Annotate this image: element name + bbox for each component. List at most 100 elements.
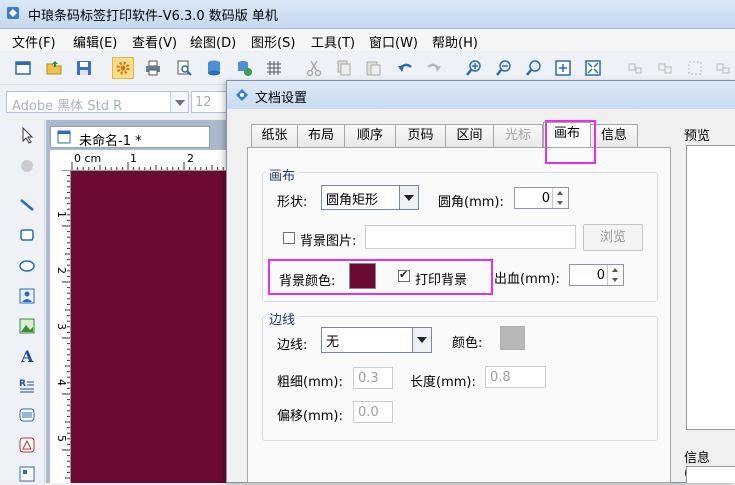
qrcode-tool-icon[interactable] <box>16 463 38 485</box>
copy-icon[interactable] <box>333 57 355 79</box>
tab-page-number[interactable]: 页码 <box>395 124 446 147</box>
rich-text-tool-icon[interactable]: R <box>16 374 38 396</box>
print-preview-icon[interactable] <box>173 57 195 79</box>
offset-input[interactable]: 0.0 <box>353 401 393 423</box>
fit-page-icon[interactable] <box>552 57 574 79</box>
tab-layout[interactable]: 布局 <box>297 124 345 147</box>
offset-label: 偏移(mm): <box>277 409 343 424</box>
cut-icon[interactable] <box>303 57 325 79</box>
settings-gear-icon[interactable] <box>112 57 134 79</box>
align-left-icon[interactable] <box>624 57 646 79</box>
chevron-down-icon[interactable] <box>170 92 188 112</box>
highlight-background-settings <box>268 259 493 295</box>
menu-bar: 文件(F) 编辑(E) 查看(V) 绘图(D) 图形(S) 工具(T) 窗口(W… <box>0 29 735 51</box>
database-settings-icon[interactable] <box>233 57 255 79</box>
border-group-label: 边线 <box>266 309 299 328</box>
border-style-select[interactable]: 无 <box>321 327 432 353</box>
menu-edit[interactable]: 编辑(E) <box>73 32 117 51</box>
corner-radius-label: 圆角(mm): <box>438 195 504 210</box>
vertical-ruler: 1 2 3 4 5 <box>50 170 71 483</box>
dialog-icon <box>236 89 248 101</box>
zoom-in-icon[interactable] <box>463 57 485 79</box>
font-size-select[interactable]: 12 <box>191 91 231 113</box>
shape-value: 圆角矩形 <box>326 193 379 208</box>
actual-size-icon[interactable] <box>582 57 604 79</box>
zoom-out-icon[interactable] <box>493 57 515 79</box>
menu-tools[interactable]: 工具(T) <box>311 32 355 51</box>
ellipse-tool-icon[interactable] <box>16 255 38 277</box>
menu-view[interactable]: 查看(V) <box>132 32 177 51</box>
tab-cursor[interactable]: 光标 <box>493 124 543 147</box>
stepper-arrows-icon[interactable] <box>607 265 623 285</box>
app-title: 中琅条码标签打印软件-V6.3.0 数码版 单机 <box>28 9 278 24</box>
bleed-label: 出血(mm): <box>494 272 560 287</box>
tab-info[interactable]: 信息 <box>590 124 638 147</box>
align-frame-icon[interactable] <box>684 57 706 79</box>
undo-icon[interactable] <box>394 57 416 79</box>
preview-label: 预览 <box>684 129 711 144</box>
zoom-icon[interactable] <box>523 57 545 79</box>
align-right-icon[interactable] <box>712 57 734 79</box>
menu-draw[interactable]: 绘图(D) <box>190 32 236 51</box>
svg-text:A: A <box>20 347 34 365</box>
line-tool-icon[interactable] <box>16 194 38 216</box>
shape-select[interactable]: 圆角矩形 <box>321 185 419 210</box>
chevron-down-icon[interactable] <box>399 186 418 209</box>
label-canvas[interactable] <box>71 171 241 483</box>
menu-window[interactable]: 窗口(W) <box>369 32 418 51</box>
bleed-stepper[interactable]: 0 <box>569 264 624 286</box>
align-center-icon[interactable] <box>654 57 676 79</box>
vruler-label-4: 4 <box>55 379 68 386</box>
corner-radius-stepper[interactable]: 0 <box>514 187 569 209</box>
document-tab-label: 未命名-1 * <box>79 134 142 149</box>
select-pointer-icon[interactable] <box>16 124 38 146</box>
redo-icon[interactable] <box>423 57 445 79</box>
document-tab[interactable]: 未命名-1 * <box>50 126 210 149</box>
background-image-path-input[interactable] <box>365 225 576 249</box>
shape-tool-icon[interactable] <box>16 434 38 456</box>
menu-file[interactable]: 文件(F) <box>12 32 56 51</box>
dialog-titlebar: 文档设置 <box>227 81 735 109</box>
ruler-label-2: 2 <box>187 152 194 165</box>
background-image-checkbox[interactable] <box>283 232 295 244</box>
tab-order[interactable]: 顺序 <box>344 124 396 147</box>
thickness-input[interactable]: 0.3 <box>353 367 393 389</box>
border-style-label: 边线: <box>277 338 308 353</box>
font-family-select[interactable]: Adobe 黑体 Std R <box>6 91 189 114</box>
image-tool-icon[interactable] <box>16 285 38 307</box>
browse-button[interactable]: 浏览 <box>583 224 643 251</box>
grid-icon[interactable] <box>263 57 285 79</box>
bleed-value: 0 <box>596 268 605 283</box>
info-pane <box>686 466 735 483</box>
barcode-tool-icon[interactable] <box>16 404 38 426</box>
tab-paper[interactable]: 纸张 <box>251 124 298 147</box>
stepper-arrows-icon[interactable] <box>552 188 568 208</box>
offset-value: 0.0 <box>358 405 379 420</box>
preview-pane <box>686 145 735 430</box>
print-icon[interactable] <box>142 57 164 79</box>
vruler-label-1: 1 <box>55 211 68 218</box>
ruler-label-1: 1 <box>130 152 137 165</box>
border-style-value: 无 <box>326 335 340 350</box>
app-logo-icon <box>6 6 20 20</box>
tab-range[interactable]: 区间 <box>445 124 494 147</box>
svg-text:R: R <box>19 379 26 389</box>
chevron-down-icon[interactable] <box>412 328 431 352</box>
rotate-tool-icon[interactable] <box>16 155 38 177</box>
picture-tool-icon[interactable] <box>16 315 38 337</box>
text-tool-icon[interactable]: A <box>16 345 38 367</box>
open-folder-icon[interactable] <box>43 57 65 79</box>
shape-label: 形状: <box>277 195 308 210</box>
menu-help[interactable]: 帮助(H) <box>432 32 478 51</box>
border-color-label: 颜色: <box>452 336 483 351</box>
paste-icon[interactable] <box>362 57 384 79</box>
menu-shape[interactable]: 图形(S) <box>251 32 295 51</box>
new-document-icon[interactable] <box>12 57 34 79</box>
border-color-swatch[interactable] <box>500 326 525 350</box>
rectangle-tool-icon[interactable] <box>16 224 38 246</box>
save-icon[interactable] <box>73 57 95 79</box>
document-icon <box>57 130 71 144</box>
database-icon[interactable] <box>203 57 225 79</box>
length-label: 长度(mm): <box>410 375 476 390</box>
length-input[interactable]: 0.8 <box>485 366 546 388</box>
